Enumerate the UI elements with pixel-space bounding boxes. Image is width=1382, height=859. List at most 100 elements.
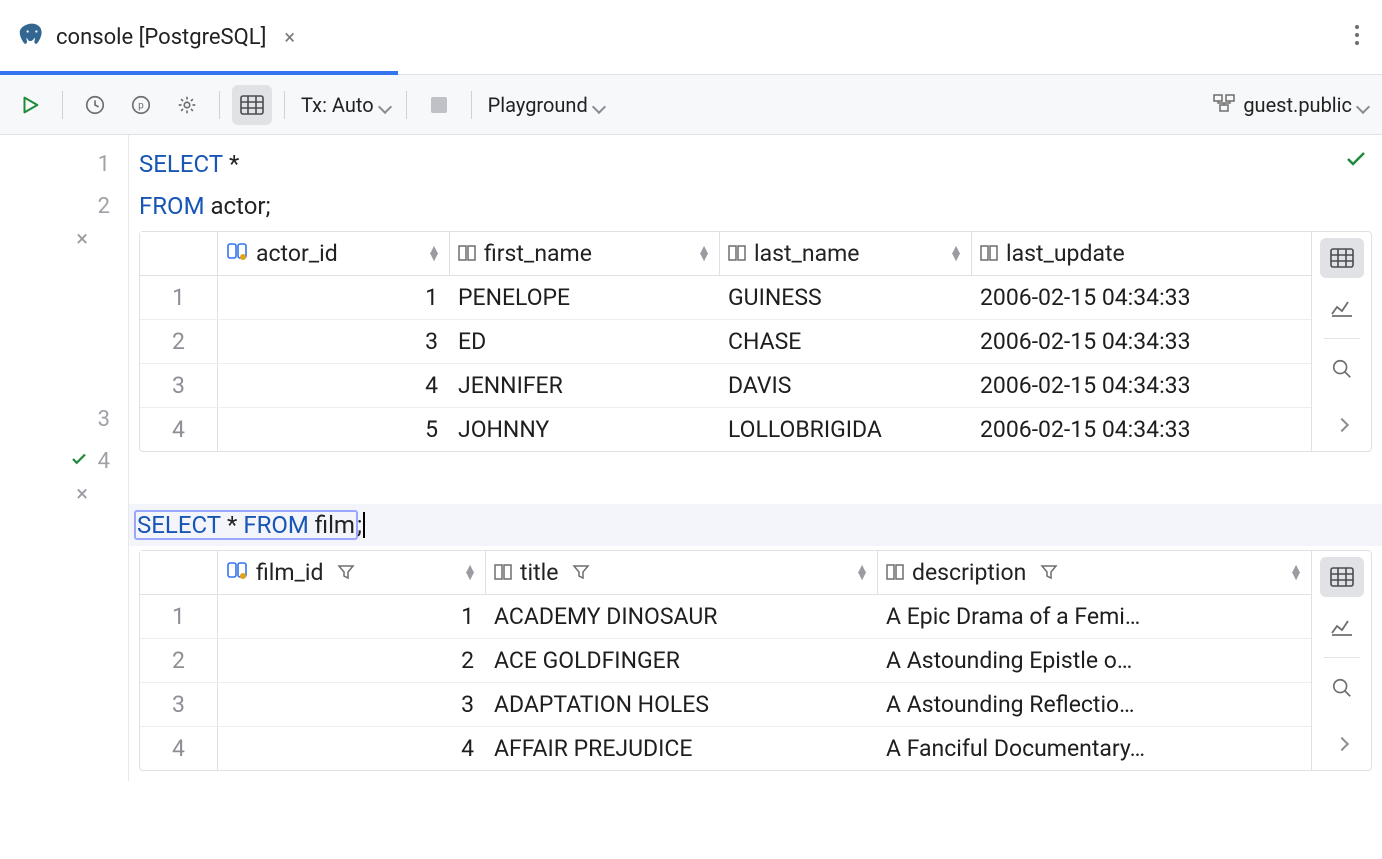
cell-first-name[interactable]: ED: [450, 320, 720, 363]
tab-bar: console [PostgreSQL] ×: [0, 0, 1382, 75]
cell-last-update[interactable]: 2006-02-15 04:34:33: [972, 320, 1311, 363]
cell-title[interactable]: ACE GOLDFINGER: [486, 639, 878, 682]
in-editor-results-icon[interactable]: [232, 85, 272, 125]
cell-actor-id[interactable]: 4: [218, 364, 450, 407]
tx-mode-dropdown[interactable]: Tx: Auto: [297, 93, 394, 117]
cell-first-name[interactable]: JENNIFER: [450, 364, 720, 407]
table-row[interactable]: 44AFFAIR PREJUDICEA Fanciful Documentary…: [140, 727, 1311, 770]
cell-description[interactable]: A Astounding Epistle o…: [878, 639, 1311, 682]
code-line[interactable]: FROM actor;: [129, 185, 1382, 227]
cell-actor-id[interactable]: 5: [218, 408, 450, 451]
cell-description[interactable]: A Fanciful Documentary…: [878, 727, 1311, 770]
stop-icon: [431, 97, 447, 113]
cell-film-id[interactable]: 2: [218, 639, 486, 682]
chart-view-icon[interactable]: [1320, 288, 1364, 328]
settings-icon[interactable]: [167, 85, 207, 125]
search-icon[interactable]: [1320, 668, 1364, 708]
table-row[interactable]: 33ADAPTATION HOLESA Astounding Reflectio…: [140, 683, 1311, 727]
sort-icon[interactable]: ▲▼: [463, 566, 477, 580]
result-side-tools: [1311, 232, 1371, 451]
row-number: 1: [140, 595, 218, 638]
sort-icon[interactable]: ▲▼: [427, 247, 441, 261]
cell-actor-id[interactable]: 3: [218, 320, 450, 363]
history-icon[interactable]: [75, 85, 115, 125]
code-area[interactable]: SELECT * FROM actor; actor_id ▲▼ first_n…: [128, 135, 1382, 781]
search-icon[interactable]: [1320, 349, 1364, 389]
table-row[interactable]: 34JENNIFERDAVIS2006-02-15 04:34:33: [140, 364, 1311, 408]
more-icon[interactable]: [1320, 405, 1364, 445]
schema-dropdown[interactable]: guest.public: [1209, 93, 1372, 117]
toolbar: p Tx: Auto Playground guest.public: [0, 75, 1382, 135]
line-number: 2: [98, 194, 110, 219]
row-number-header[interactable]: [140, 551, 218, 594]
tx-mode-label: Tx: Auto: [301, 93, 374, 117]
table-row[interactable]: 23EDCHASE2006-02-15 04:34:33: [140, 320, 1311, 364]
code-line[interactable]: SELECT *: [129, 143, 1382, 185]
more-icon[interactable]: [1320, 724, 1364, 764]
column-header-actor-id[interactable]: actor_id ▲▼: [218, 232, 450, 275]
table-view-icon[interactable]: [1320, 238, 1364, 278]
column-header-first-name[interactable]: first_name ▲▼: [450, 232, 720, 275]
cell-last-name[interactable]: DAVIS: [720, 364, 972, 407]
table-row[interactable]: 22ACE GOLDFINGERA Astounding Epistle o…: [140, 639, 1311, 683]
code-line[interactable]: SELECT * FROM film ;: [129, 504, 1382, 546]
cell-last-name[interactable]: CHASE: [720, 320, 972, 363]
cell-last-update[interactable]: 2006-02-15 04:34:33: [972, 408, 1311, 451]
cell-last-name[interactable]: GUINESS: [720, 276, 972, 319]
table-row[interactable]: 11ACADEMY DINOSAURA Epic Drama of a Femi…: [140, 595, 1311, 639]
cell-title[interactable]: AFFAIR PREJUDICE: [486, 727, 878, 770]
column-header-title[interactable]: title ▲▼: [486, 551, 878, 594]
column-header-last-name[interactable]: last_name ▲▼: [720, 232, 972, 275]
tab-menu-kebab-icon[interactable]: [1332, 24, 1382, 51]
cell-film-id[interactable]: 1: [218, 595, 486, 638]
result-grid-film: film_id ▲▼ title ▲▼ description: [139, 550, 1372, 771]
sort-icon[interactable]: ▲▼: [697, 247, 711, 261]
cell-actor-id[interactable]: 1: [218, 276, 450, 319]
line-number: 3: [98, 407, 110, 432]
code-line[interactable]: [129, 462, 1382, 504]
close-result-icon[interactable]: ×: [76, 482, 88, 507]
row-number: 2: [140, 639, 218, 682]
chevron-down-icon: [378, 99, 392, 113]
filter-icon[interactable]: [337, 559, 355, 586]
sort-icon[interactable]: ▲▼: [1289, 566, 1303, 580]
cell-film-id[interactable]: 4: [218, 727, 486, 770]
close-result-icon[interactable]: ×: [76, 227, 88, 252]
result-grid-actor: actor_id ▲▼ first_name ▲▼ last_name ▲▼: [139, 231, 1372, 452]
cell-first-name[interactable]: PENELOPE: [450, 276, 720, 319]
close-icon[interactable]: ×: [276, 25, 303, 49]
run-button[interactable]: [10, 85, 50, 125]
column-header-last-update[interactable]: last_update: [972, 232, 1311, 275]
sort-icon[interactable]: ▲▼: [855, 566, 869, 580]
row-number-header[interactable]: [140, 232, 218, 275]
pk-column-icon: [226, 240, 248, 267]
table-row[interactable]: 45JOHNNYLOLLOBRIGIDA2006-02-15 04:34:33: [140, 408, 1311, 451]
cell-title[interactable]: ADAPTATION HOLES: [486, 683, 878, 726]
column-header-description[interactable]: description ▲▼: [878, 551, 1311, 594]
cell-title[interactable]: ACADEMY DINOSAUR: [486, 595, 878, 638]
table-row[interactable]: 11PENELOPEGUINESS2006-02-15 04:34:33: [140, 276, 1311, 320]
sql-editor: 1 2 × 3 4 × SELECT * FROM actor;: [0, 135, 1382, 781]
svg-text:p: p: [138, 100, 144, 111]
cell-description[interactable]: A Epic Drama of a Femi…: [878, 595, 1311, 638]
cell-last-update[interactable]: 2006-02-15 04:34:33: [972, 276, 1311, 319]
parameters-icon[interactable]: p: [121, 85, 161, 125]
filter-icon[interactable]: [572, 559, 590, 586]
table-view-icon[interactable]: [1320, 557, 1364, 597]
filter-icon[interactable]: [1040, 559, 1058, 586]
chart-view-icon[interactable]: [1320, 607, 1364, 647]
cell-first-name[interactable]: JOHNNY: [450, 408, 720, 451]
row-number: 1: [140, 276, 218, 319]
column-header-film-id[interactable]: film_id ▲▼: [218, 551, 486, 594]
cell-film-id[interactable]: 3: [218, 683, 486, 726]
sort-icon[interactable]: ▲▼: [949, 247, 963, 261]
playground-dropdown[interactable]: Playground: [484, 93, 608, 117]
cell-last-name[interactable]: LOLLOBRIGIDA: [720, 408, 972, 451]
column-icon: [458, 240, 476, 267]
row-number: 3: [140, 683, 218, 726]
cell-last-update[interactable]: 2006-02-15 04:34:33: [972, 364, 1311, 407]
cell-description[interactable]: A Astounding Reflectio…: [878, 683, 1311, 726]
schema-label: guest.public: [1243, 93, 1352, 117]
stop-button[interactable]: [419, 85, 459, 125]
tab-console[interactable]: console [PostgreSQL] ×: [0, 0, 321, 74]
